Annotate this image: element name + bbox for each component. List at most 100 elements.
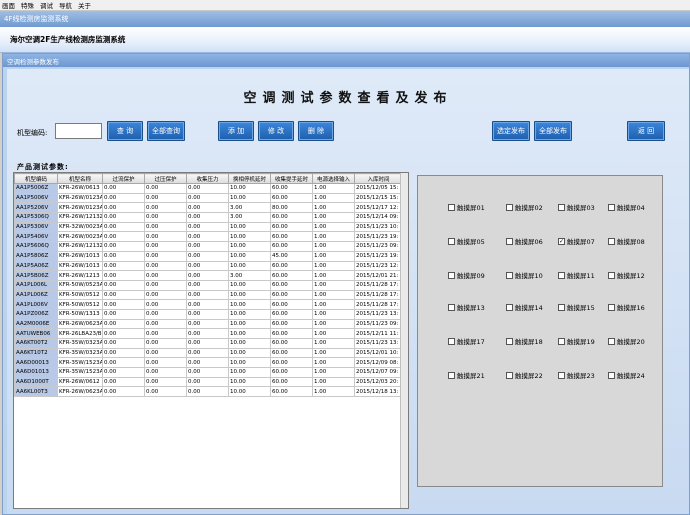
table-row[interactable]: AA6KT00T2 KFR-35W/0323A 0.00 0.00 0.00 10.00 6… bbox=[14, 338, 403, 349]
touchscreen-checkbox[interactable]: 触摸屏20 bbox=[608, 336, 645, 346]
touchscreen-checkbox[interactable]: 触摸屏18 bbox=[506, 336, 543, 346]
query-button[interactable]: 查 询 bbox=[107, 121, 143, 141]
column-header[interactable]: 电源选择输入 bbox=[312, 173, 355, 184]
checkbox-box[interactable] bbox=[608, 371, 615, 379]
table-row[interactable]: AA6D1000T KFR-26W/0612 0.00 0.00 0.00 10.00 60… bbox=[14, 376, 403, 388]
column-header[interactable]: 机型编码 bbox=[14, 173, 58, 184]
table-scrollbar[interactable] bbox=[400, 173, 408, 508]
touchscreen-checkbox[interactable]: 触摸屏10 bbox=[506, 270, 543, 280]
touchscreen-checkbox[interactable]: 触摸屏06 bbox=[506, 236, 543, 246]
table-row[interactable]: AA1P5006V KFR-26W/0123A 0.00 0.00 0.00 10.00 6… bbox=[14, 192, 403, 204]
table-row[interactable]: AA1P5A06Z KFR-26W/1013 0.00 0.00 0.00 10.00 60… bbox=[14, 260, 403, 272]
touchscreen-checkbox[interactable]: 触摸屏24 bbox=[608, 370, 645, 380]
checkbox-box[interactable] bbox=[448, 203, 455, 211]
table-row[interactable]: AA1P5406V KFR-26W/0023A 0.00 0.00 0.00 10.00 6… bbox=[14, 231, 403, 243]
column-header[interactable]: 机型名称 bbox=[57, 173, 103, 184]
checkbox-box[interactable] bbox=[448, 371, 455, 379]
table-row[interactable]: AA1P5306V KFR-32W/0023A 0.00 0.00 0.00 10.00 6… bbox=[14, 221, 403, 233]
touchscreen-checkbox[interactable]: 触摸屏23 bbox=[558, 370, 595, 380]
checkbox-box[interactable] bbox=[608, 203, 615, 211]
column-header[interactable]: 收集压力 bbox=[186, 173, 229, 184]
table-row[interactable]: AA1PL006L KFR-50W/0523A 0.00 0.00 0.00 10.00 6… bbox=[14, 279, 403, 291]
checkbox-box[interactable] bbox=[506, 237, 513, 245]
touchscreen-checkbox[interactable]: 触摸屏11 bbox=[558, 270, 595, 280]
table-cell: KFR-26W/0612 bbox=[57, 376, 103, 388]
publish-selected-button[interactable]: 选定发布 bbox=[492, 121, 530, 141]
touchscreen-checkbox[interactable]: 触摸屏15 bbox=[558, 302, 595, 312]
column-header[interactable]: 过压保护 bbox=[144, 173, 187, 184]
table-row[interactable]: AA1P5B06Z KFR-26W/1213 0.00 0.00 0.00 3.00 60.… bbox=[14, 270, 403, 281]
table-cell: 0.00 bbox=[102, 270, 145, 281]
table-cell: 0.00 bbox=[102, 250, 145, 262]
table-row[interactable]: AA1P5006Z KFR-26W/0613 0.00 0.00 0.00 10.00 60… bbox=[14, 183, 403, 194]
table-cell: 0.00 bbox=[186, 299, 229, 310]
checkbox-box[interactable] bbox=[608, 271, 615, 279]
checkbox-box[interactable]: ✓ bbox=[558, 237, 565, 245]
back-button[interactable]: 返 回 bbox=[627, 121, 665, 141]
touchscreen-checkbox[interactable]: 触摸屏19 bbox=[558, 336, 595, 346]
checkbox-box[interactable] bbox=[448, 337, 455, 345]
table-row[interactable]: AA1PL006Z KFR-50W/0512 0.00 0.00 0.00 10.00 60… bbox=[14, 289, 403, 301]
checkbox-box[interactable] bbox=[506, 271, 513, 279]
touchscreen-checkbox[interactable]: 触摸屏04 bbox=[608, 202, 645, 212]
touchscreen-checkbox[interactable]: 触摸屏01 bbox=[448, 202, 485, 212]
checkbox-box[interactable] bbox=[558, 303, 565, 311]
table-row[interactable]: AA6KT10T2 KFR-35W/0323A 0.00 0.00 0.00 10.00 6… bbox=[14, 347, 403, 359]
touchscreen-checkbox[interactable]: 触摸屏05 bbox=[448, 236, 485, 246]
column-header[interactable]: 换相停机延时 bbox=[228, 173, 271, 184]
touchscreen-checkbox[interactable]: 触摸屏14 bbox=[506, 302, 543, 312]
table-row[interactable]: AA1PZ006Z KFR-50W/1313 0.00 0.00 0.00 10.00 60… bbox=[14, 308, 403, 320]
column-header[interactable]: 入库时间 bbox=[354, 173, 403, 184]
checkbox-box[interactable] bbox=[558, 337, 565, 345]
query-all-button[interactable]: 全部查询 bbox=[147, 121, 185, 141]
table-cell: 2015/11/23 13: bbox=[354, 338, 403, 349]
touchscreen-checkbox[interactable]: 触摸屏16 bbox=[608, 302, 645, 312]
delete-button[interactable]: 删 除 bbox=[298, 121, 334, 141]
checkbox-box[interactable] bbox=[558, 271, 565, 279]
params-table[interactable]: 机型编码 机型名称 过流保护 过压保护 收集压力 换相停机延时 收集提手延时 电源选择输入 入库… bbox=[13, 172, 409, 509]
checkbox-box[interactable] bbox=[506, 203, 513, 211]
table-row[interactable]: AATUWEB06 KFR-26LBA23/B2 0.00 0.00 0.00 10.00… bbox=[14, 328, 403, 339]
checkbox-box[interactable] bbox=[506, 337, 513, 345]
menu-item[interactable]: 画面 bbox=[2, 0, 15, 10]
table-row[interactable]: AA6D01013 KFR-35W/1523A 0.00 0.00 0.00 10.00 6… bbox=[14, 367, 403, 378]
edit-button[interactable]: 修 改 bbox=[258, 121, 294, 141]
checkbox-box[interactable] bbox=[608, 303, 615, 311]
add-button[interactable]: 添 加 bbox=[218, 121, 254, 141]
table-row[interactable]: AA1P5306Q KFR-26W/1213Z 0.00 0.00 0.00 3.00 60… bbox=[14, 212, 403, 223]
touchscreen-checkbox[interactable]: 触摸屏13 bbox=[448, 302, 485, 312]
checkbox-box[interactable] bbox=[608, 237, 615, 245]
table-row[interactable]: AA6D00013 KFR-35W/1523A 0.00 0.00 0.00 10.00 6… bbox=[14, 357, 403, 369]
checkbox-box[interactable] bbox=[448, 237, 455, 245]
touchscreen-checkbox[interactable]: ✓ 触摸屏07 bbox=[558, 236, 595, 246]
touchscreen-checkbox[interactable]: 触摸屏21 bbox=[448, 370, 485, 380]
table-row[interactable]: AA2M0006E KFR-26W/0623A 0.00 0.00 0.00 10.00 6… bbox=[14, 318, 403, 330]
table-row[interactable]: AA1P5806Z KFR-26W/1013 0.00 0.00 0.00 10.00 45… bbox=[14, 250, 403, 262]
checkbox-box[interactable] bbox=[558, 371, 565, 379]
touchscreen-checkbox[interactable]: 触摸屏22 bbox=[506, 370, 543, 380]
touchscreen-checkbox[interactable]: 触摸屏03 bbox=[558, 202, 595, 212]
menu-item[interactable]: 导航 bbox=[59, 0, 72, 10]
menu-item[interactable]: 特殊 bbox=[21, 0, 34, 10]
touchscreen-checkbox[interactable]: 触摸屏12 bbox=[608, 270, 645, 280]
table-row[interactable]: AA1PL006V KFR-50W/0512 0.00 0.00 0.00 10.00 60… bbox=[14, 299, 403, 310]
touchscreen-checkbox[interactable]: 触摸屏08 bbox=[608, 236, 645, 246]
checkbox-box[interactable] bbox=[506, 303, 513, 311]
checkbox-box[interactable] bbox=[448, 271, 455, 279]
menu-item[interactable]: 关于 bbox=[78, 0, 91, 10]
touchscreen-checkbox[interactable]: 触摸屏17 bbox=[448, 336, 485, 346]
table-row[interactable]: AA1P5606Q KFR-26W/1213Z 0.00 0.00 0.00 10.00 6… bbox=[14, 241, 403, 252]
checkbox-box[interactable] bbox=[448, 303, 455, 311]
publish-all-button[interactable]: 全部发布 bbox=[534, 121, 572, 141]
table-row[interactable]: AA6KL00T3 KFR-26W/0623A 0.00 0.00 0.00 10.00 6… bbox=[14, 386, 403, 398]
table-row[interactable]: AA1P5206V KFR-26W/0123A 0.00 0.00 0.00 3.00 80… bbox=[14, 202, 403, 214]
checkbox-box[interactable] bbox=[506, 371, 513, 379]
checkbox-box[interactable] bbox=[558, 203, 565, 211]
touchscreen-checkbox[interactable]: 触摸屏09 bbox=[448, 270, 485, 280]
model-code-input[interactable] bbox=[55, 123, 102, 139]
touchscreen-checkbox[interactable]: 触摸屏02 bbox=[506, 202, 543, 212]
menu-item[interactable]: 调试 bbox=[40, 0, 53, 10]
checkbox-box[interactable] bbox=[608, 337, 615, 345]
column-header[interactable]: 收集提手延时 bbox=[270, 173, 313, 184]
column-header[interactable]: 过流保护 bbox=[102, 173, 145, 184]
